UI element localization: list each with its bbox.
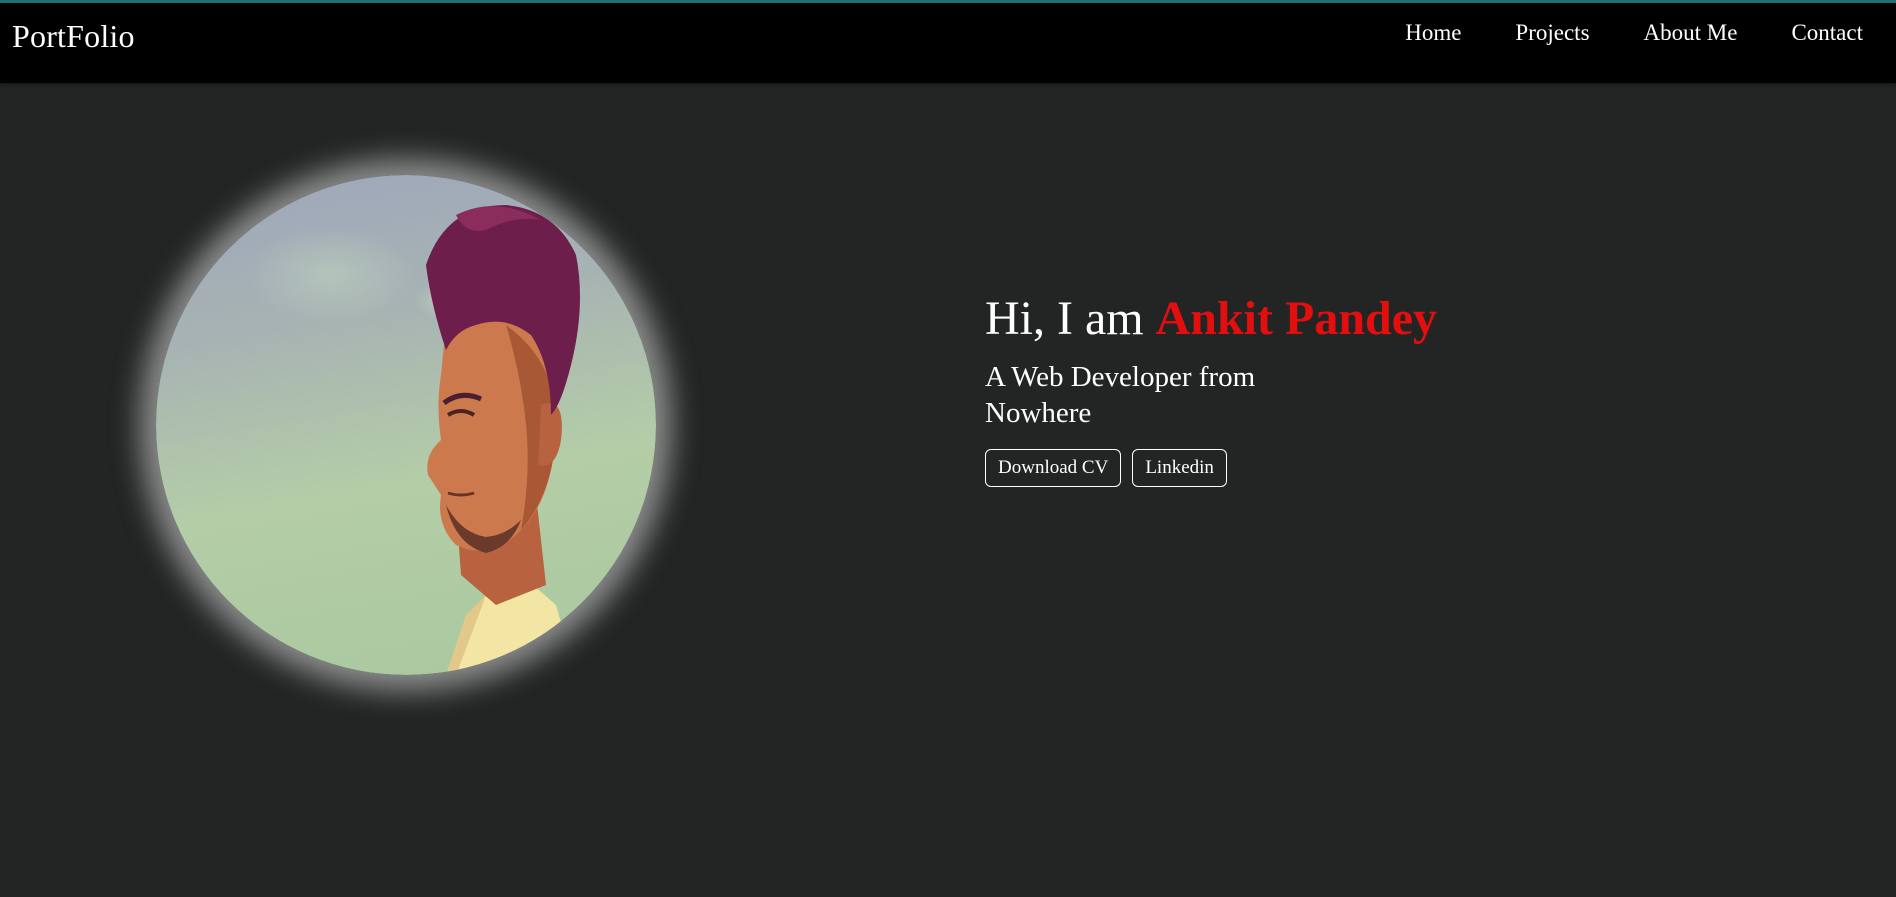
nav-contact-link[interactable]: Contact — [1791, 20, 1863, 46]
portrait-illustration — [426, 205, 580, 675]
top-navbar: PortFolio Home Projects About Me Contact — [0, 0, 1896, 83]
intro-block: Hi, I am Ankit Pandey A Web Developer fr… — [985, 292, 1438, 487]
hero-name: Ankit Pandey — [1155, 292, 1438, 345]
hero-section: Hi, I am Ankit Pandey A Web Developer fr… — [0, 83, 1896, 897]
hero-tagline: A Web Developer from Nowhere — [985, 360, 1256, 429]
profile-photo — [156, 175, 656, 675]
hero-heading: Hi, I am Ankit Pandey — [985, 292, 1438, 346]
download-cv-button[interactable]: Download CV — [985, 448, 1122, 487]
nav-projects-link[interactable]: Projects — [1515, 20, 1589, 46]
nav-menu: Home Projects About Me Contact — [1405, 20, 1863, 46]
profile-photo-image — [156, 175, 656, 675]
linkedin-button[interactable]: Linkedin — [1132, 448, 1227, 487]
site-logo[interactable]: PortFolio — [12, 18, 135, 55]
nav-about-link[interactable]: About Me — [1644, 20, 1738, 46]
hero-actions: Download CV Linkedin — [985, 448, 1437, 487]
greeting-prefix: Hi, I am — [985, 292, 1144, 345]
nav-home-link[interactable]: Home — [1405, 20, 1461, 46]
